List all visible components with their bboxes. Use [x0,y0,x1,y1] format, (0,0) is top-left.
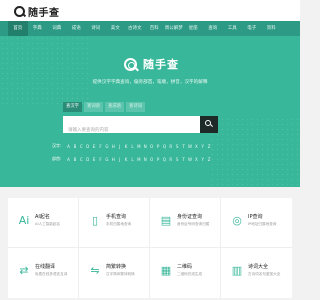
tool-subtitle: AI人工智能起名 [35,222,61,226]
tab-chengyu[interactable]: 查成语 [105,102,124,112]
nav-item-dianzi[interactable]: 电子 [242,21,262,36]
nav-item-cidian[interactable]: 词典 [47,21,67,36]
tool-card[interactable]: Ai AI起名 AI人工智能起名 [8,198,79,248]
logo-text: 随手查 [28,7,60,19]
search-icon [205,120,211,126]
tab-hanzi[interactable]: 查汉字 [63,102,82,112]
nav-item-gushiwen[interactable]: 古诗文 [125,21,145,36]
nav-item-shici[interactable]: 诗词 [86,21,106,36]
hero-slogan: 提供汉字字典查询，偏旁部首，笔顺，拼音，汉字的解释 [92,80,208,85]
qrcode-icon: ▦ [160,264,172,277]
translate-icon: ⇄ [19,264,29,277]
main-nav: 首页 字典 词典 成语 诗词 美文 古诗文 百科 周公解梦 星座 查询 工具 电… [0,21,300,36]
letter-link-z[interactable]: Z [206,157,212,162]
book-icon: ▥ [231,264,243,277]
nav-item-meiwen[interactable]: 美文 [106,21,126,36]
letter-index-label: 部首: [52,156,62,161]
tool-title: 诗词大全 [248,264,269,270]
nav-item-zidian[interactable]: 字典 [28,21,48,36]
tool-title: 手机查询 [106,214,127,220]
top-bar: 随手查 [0,0,300,21]
tool-title: IP查询 [248,214,263,220]
tool-subtitle: 手机归属地查询 [106,222,132,226]
tool-subtitle: 古诗词名句鉴赏大全 [248,272,281,276]
nav-item-gongju[interactable]: 工具 [223,21,243,36]
dot-pattern [210,117,300,187]
tool-subtitle: 免费在线多语言互译 [35,272,68,276]
tool-card[interactable]: ▥ 诗词大全 古诗词名句鉴赏大全 [221,248,292,298]
letter-link-z[interactable]: Z [206,144,212,149]
hero-brand: 随手查 [124,56,179,72]
tool-grid: Ai AI起名 AI人工智能起名 ▯ 手机查询 手机归属地查询 ▤ 身份证查询 … [8,198,292,298]
tool-subtitle: IP地址归属地查询 [248,222,277,226]
letter-index-label: 汉字: [52,143,62,148]
tool-title: 在线翻译 [35,264,56,270]
tool-subtitle: 身份证号码查询归属 [177,222,210,226]
magnifier-logo-icon [14,5,25,17]
tool-card[interactable]: ⇋ 简繁转换 汉字简体繁体转换 [79,248,150,298]
nav-item-xingzuo[interactable]: 星座 [184,21,204,36]
letter-index-hanzi: 汉字: ABCDEFGHJKLMNOPQRSTWXYZ [52,143,212,149]
tool-card[interactable]: ▤ 身份证查询 身份证号码查询归属 [150,198,221,248]
hero-section: 随手查 提供汉字字典查询，偏旁部首，笔顺，拼音，汉字的解释 查汉字 查词语 查成… [0,36,300,187]
nav-item-chengyu[interactable]: 成语 [67,21,87,36]
tab-ciyu[interactable]: 查词语 [84,102,103,112]
tool-card[interactable]: ▦ 二维码 二维码在线生成 [150,248,221,298]
tool-card[interactable]: ▯ 手机查询 手机归属地查询 [79,198,150,248]
letter-index-bushou: 部首: ABCDEFGHJKLMNOPQRSTWXYZ [52,156,212,162]
site-logo[interactable]: 随手查 [14,4,60,19]
tab-shici[interactable]: 查诗词 [126,102,145,112]
search-input[interactable] [63,122,200,139]
convert-icon: ⇋ [90,264,100,277]
location-icon: ◎ [232,214,242,227]
search-tabs: 查汉字 查词语 查成语 查诗词 [63,102,147,112]
tool-title: 二维码 [177,264,193,270]
ai-icon: Ai [18,214,30,227]
nav-item-home[interactable]: 首页 [8,21,28,36]
id-card-icon: ▤ [160,214,172,227]
tool-card[interactable]: ◎ IP查询 IP地址归属地查询 [221,198,292,248]
search-button[interactable] [200,116,218,133]
nav-item-chaxun[interactable]: 查询 [203,21,223,36]
nav-item-ziliao[interactable]: 资料 [262,21,282,36]
nav-item-baike[interactable]: 百科 [145,21,165,36]
tool-card[interactable]: ⇄ 在线翻译 免费在线多语言互译 [8,248,79,298]
magnifier-icon [124,57,137,71]
phone-icon: ▯ [91,214,99,227]
tool-subtitle: 汉字简体繁体转换 [106,272,135,276]
tool-title: 身份证查询 [177,214,203,220]
tool-title: 简繁转换 [106,264,127,270]
hero-title: 随手查 [143,58,179,71]
search-box [63,116,200,139]
dot-pattern [0,36,90,106]
tool-title: AI起名 [35,214,50,220]
tool-subtitle: 二维码在线生成 [177,272,203,276]
nav-item-jiemeng[interactable]: 周公解梦 [164,21,184,36]
